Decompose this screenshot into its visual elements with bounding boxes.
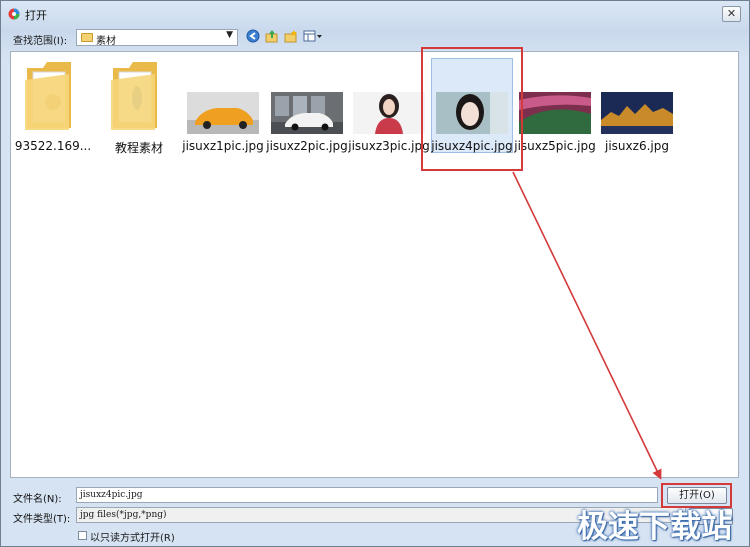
filename-label: 文件名(N): [13,494,62,505]
title-bar[interactable]: 打开 ✕ [1,1,749,27]
readonly-checkbox[interactable] [78,531,87,540]
image-thumbnail [187,92,259,134]
file-name: 93522.169... [14,139,92,153]
back-icon[interactable] [246,29,260,43]
image-thumbnail [353,92,425,134]
folder-icon [81,33,93,42]
up-folder-icon[interactable] [265,29,279,43]
close-button[interactable]: ✕ [722,6,741,22]
watermark-logo: 极速下载站 [577,509,732,545]
look-in-dropdown[interactable]: 素材 ▼ [76,29,238,47]
file-item-jisuxz1pic[interactable]: jisuxz1pic.jpg [181,52,265,162]
folder-icon [25,62,71,130]
file-item-jisuxz3pic[interactable]: jisuxz3pic.jpg [347,52,431,162]
look-in-label: 查找范围(I): [13,36,68,47]
image-thumbnail [271,92,343,134]
file-name: jisuxz5pic.jpg [514,139,596,153]
file-name: jisuxz6.jpg [605,139,669,153]
image-thumbnail [519,92,591,134]
close-icon: ✕ [726,7,737,20]
file-name: jisuxz2pic.jpg [266,139,348,153]
readonly-label: 以只读方式打开(R) [90,533,175,544]
folder-icon [111,62,157,130]
file-item-folder-tutorial[interactable]: 教程素材 [97,52,181,162]
look-in-value: 素材 [96,36,116,47]
window-title: 打开 [25,9,47,22]
filetype-label: 文件类型(T): [13,514,71,525]
new-folder-icon[interactable] [284,29,298,43]
highlight-box-selected-file [421,47,523,171]
filename-input[interactable]: jisuxz4pic.jpg [76,487,658,503]
chevron-down-icon: ▼ [226,30,233,40]
view-menu-icon[interactable] [303,29,323,43]
app-logo-icon [8,8,20,20]
open-file-dialog: 打开 ✕ 查找范围(I): 素材 ▼ 93522.169... 教程素材 jis… [0,0,750,547]
file-item-jisuxz5pic[interactable]: jisuxz5pic.jpg [513,52,597,162]
file-name: jisuxz3pic.jpg [348,139,430,153]
image-thumbnail [601,92,673,134]
file-list-view[interactable]: 93522.169... 教程素材 jisuxz1pic.jpg jisuxz2… [10,47,739,478]
file-item-jisuxz6[interactable]: jisuxz6.jpg [595,52,679,162]
file-name: 教程素材 [114,141,163,155]
file-name: jisuxz1pic.jpg [182,139,264,153]
file-item-jisuxz2pic[interactable]: jisuxz2pic.jpg [265,52,349,162]
file-item-folder-93522[interactable]: 93522.169... [11,52,95,162]
